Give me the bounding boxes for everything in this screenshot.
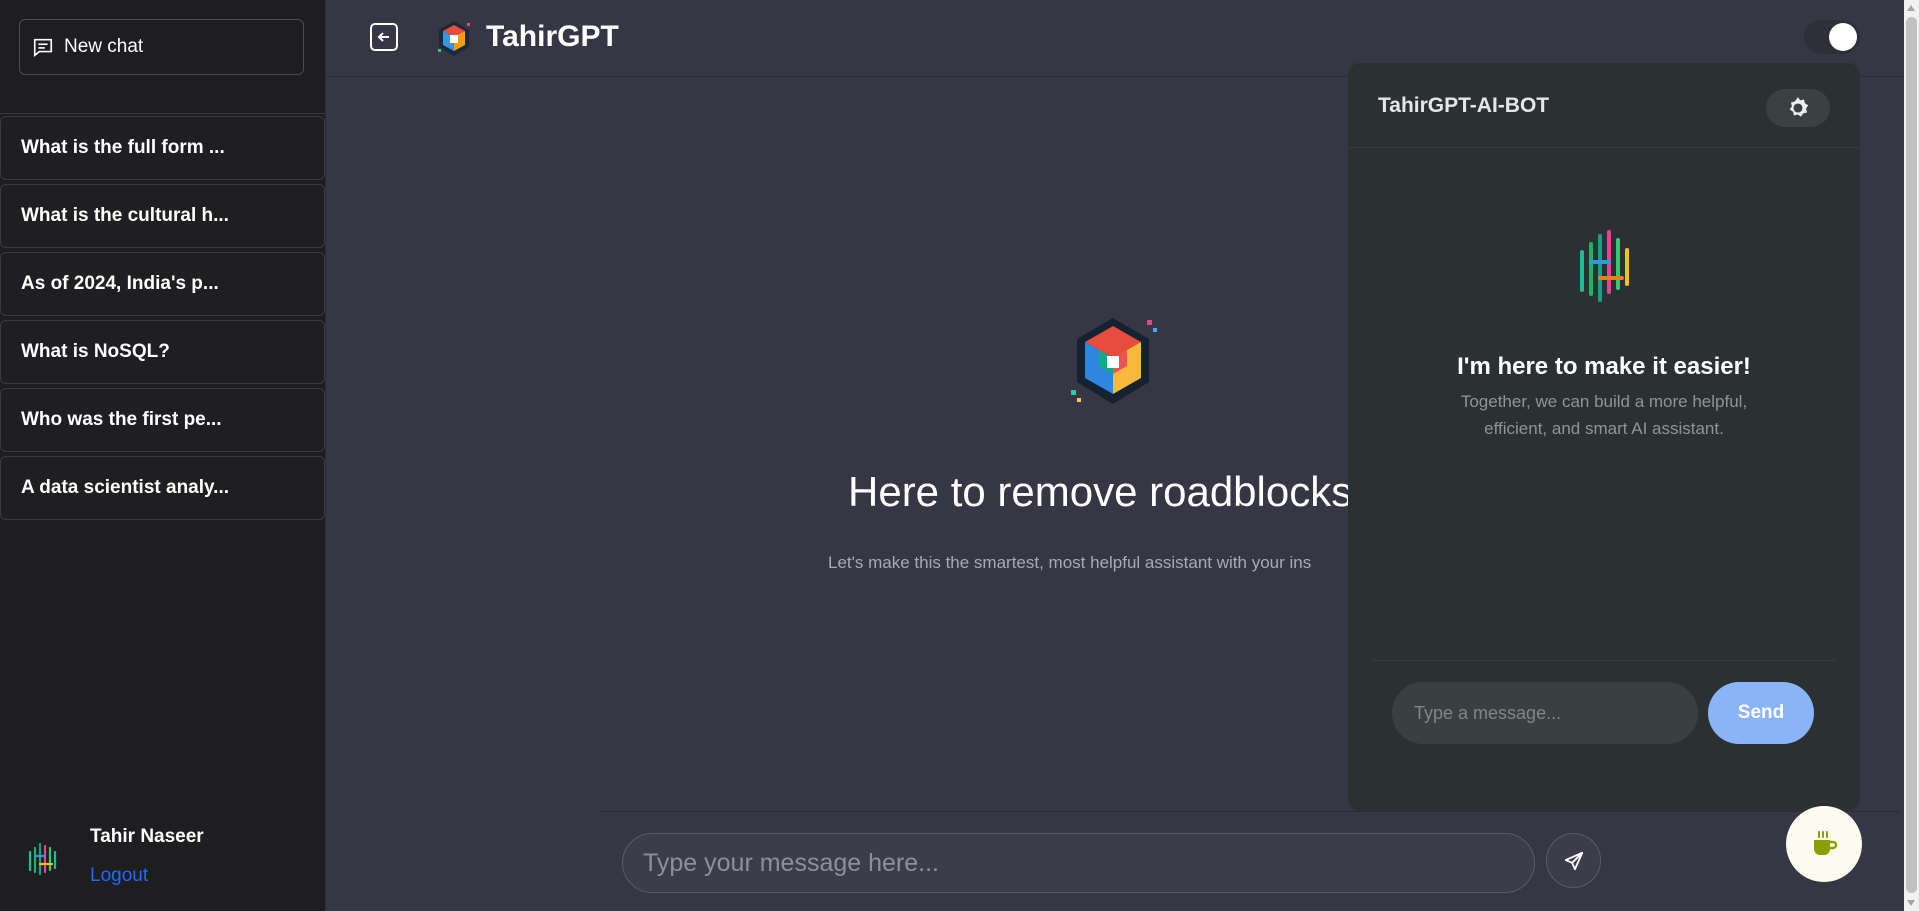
avatar <box>28 842 57 876</box>
input-divider <box>600 811 1900 812</box>
brand-logo-icon <box>438 21 470 56</box>
app-title: TahirGPT <box>486 20 619 53</box>
new-chat-label: New chat <box>64 36 144 57</box>
history-item[interactable]: What is the cultural h... <box>0 184 325 248</box>
chat-icon <box>33 38 53 57</box>
send-plane-icon <box>1564 851 1583 870</box>
sidebar-divider <box>0 113 325 114</box>
send-message-button[interactable] <box>1546 833 1601 888</box>
bot-send-button[interactable]: Send <box>1708 682 1814 744</box>
hero-title: Here to remove roadblocks <box>848 468 1353 515</box>
hero-logo-icon <box>1071 318 1157 404</box>
history-item[interactable]: A data scientist analy... <box>0 456 325 520</box>
toggle-knob <box>1829 23 1857 51</box>
history-item-label: Who was the first pe... <box>21 409 222 430</box>
gear-icon <box>1789 97 1809 117</box>
bot-logo-icon <box>1580 230 1629 302</box>
user-profile: Tahir Naseer Logout <box>26 826 316 896</box>
bot-settings-button[interactable] <box>1766 89 1830 127</box>
bot-message-input[interactable] <box>1392 682 1698 744</box>
history-item-label: What is the full form ... <box>21 137 225 158</box>
bot-heading: I'm here to make it easier! <box>1457 353 1751 380</box>
back-arrow-icon <box>377 32 389 42</box>
history-item-label: A data scientist analy... <box>21 477 230 498</box>
sidebar: New chat What is the full form ... What … <box>0 0 326 911</box>
bot-toggle-fab[interactable] <box>1786 806 1862 882</box>
theme-toggle[interactable] <box>1804 20 1860 54</box>
new-chat-button[interactable]: New chat <box>19 19 304 75</box>
bot-panel: TahirGPT-AI-BOT I'm here to make it easi… <box>1348 63 1860 811</box>
bot-description: Together, we can build a more helpful, e… <box>1460 392 1748 438</box>
history-item[interactable]: What is the full form ... <box>0 116 325 180</box>
bot-footer-divider <box>1372 660 1836 661</box>
message-input[interactable] <box>622 833 1535 893</box>
coffee-icon <box>1814 831 1838 855</box>
history-item-label: What is NoSQL? <box>21 341 170 362</box>
history-item-label: As of 2024, India's p... <box>21 273 219 294</box>
bot-header: TahirGPT-AI-BOT <box>1348 63 1860 148</box>
collapse-sidebar-button[interactable] <box>370 23 398 51</box>
history-item[interactable]: Who was the first pe... <box>0 388 325 452</box>
logout-link[interactable]: Logout <box>90 865 148 887</box>
hero-subtitle: Let's make this the smartest, most helpf… <box>828 553 1312 572</box>
history-item-label: What is the cultural h... <box>21 205 229 226</box>
chat-history-list: What is the full form ... What is the cu… <box>0 116 325 524</box>
page-scrollbar[interactable] <box>1904 0 1919 911</box>
history-item[interactable]: As of 2024, India's p... <box>0 252 325 316</box>
history-item[interactable]: What is NoSQL? <box>0 320 325 384</box>
scroll-thumb[interactable] <box>1906 17 1917 893</box>
bot-title: TahirGPT-AI-BOT <box>1378 94 1550 117</box>
scroll-up-arrow[interactable] <box>1907 5 1915 11</box>
scroll-down-arrow[interactable] <box>1907 900 1915 906</box>
user-name: Tahir Naseer <box>90 826 204 847</box>
